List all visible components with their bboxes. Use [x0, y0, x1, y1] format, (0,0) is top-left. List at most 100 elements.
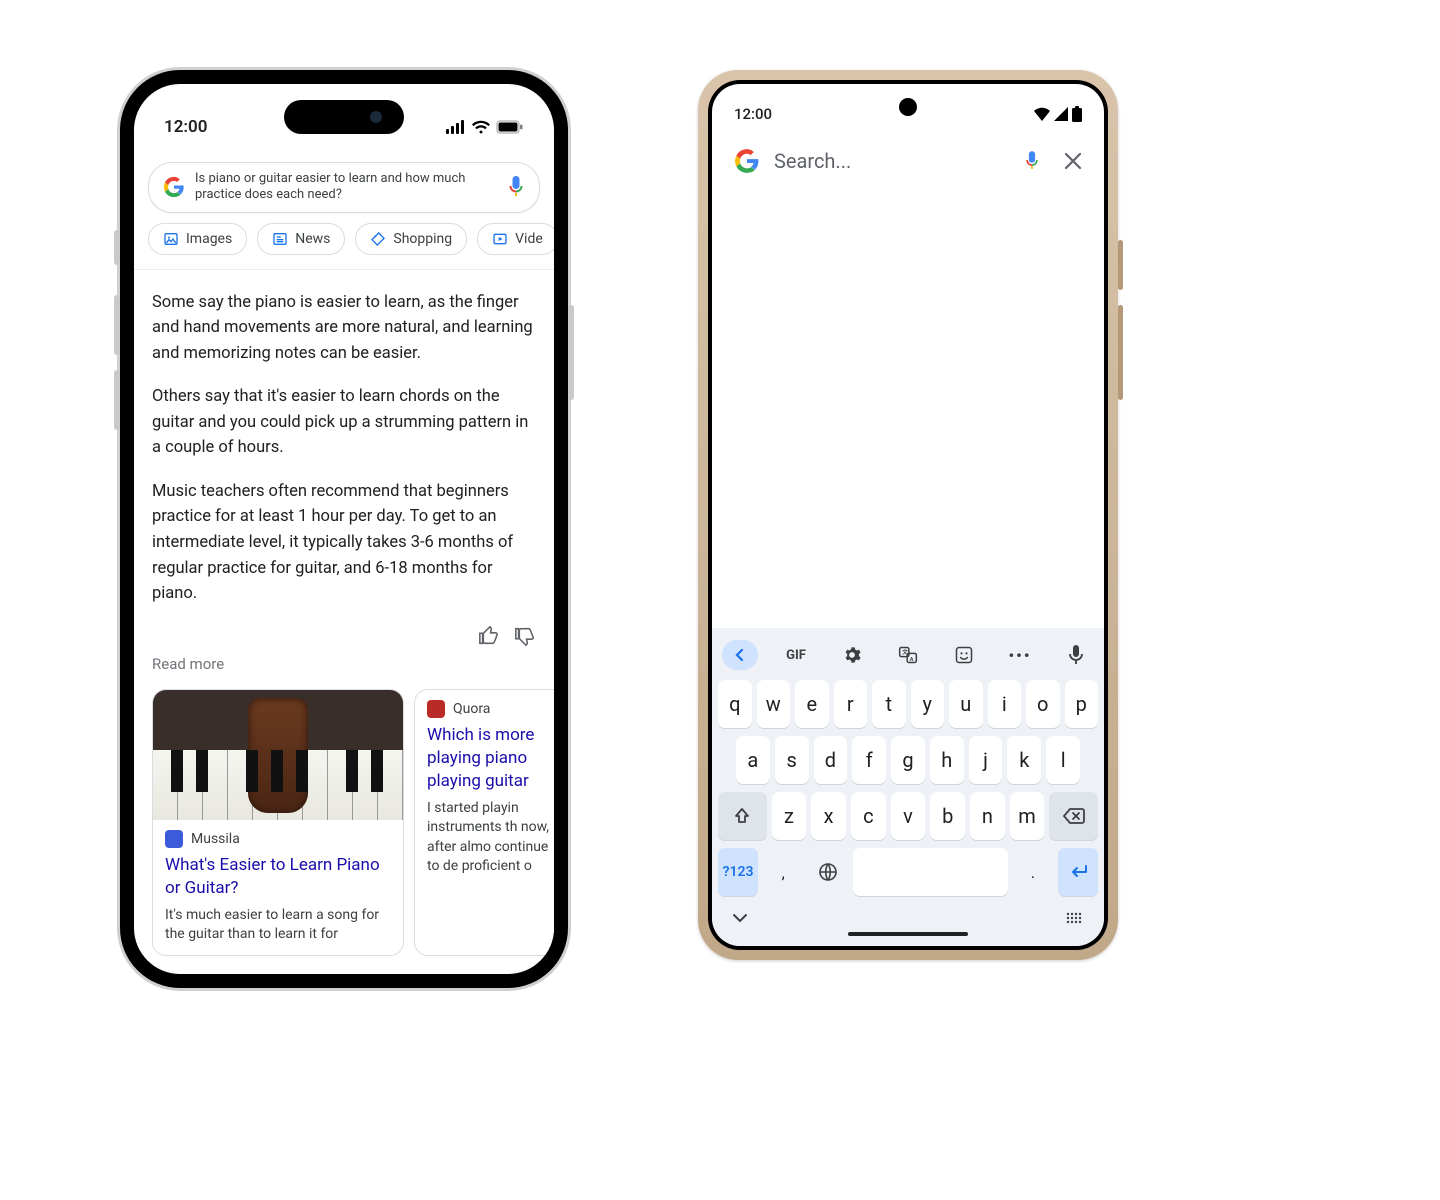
status-time: 12:00: [734, 105, 772, 123]
key-c[interactable]: c: [851, 792, 886, 840]
answer-paragraph: Music teachers often recommend that begi…: [152, 479, 536, 607]
key-i[interactable]: i: [988, 680, 1022, 728]
key-p[interactable]: p: [1065, 680, 1099, 728]
gif-button[interactable]: GIF: [778, 640, 814, 670]
mic-icon[interactable]: [507, 176, 525, 198]
close-icon[interactable]: [1064, 152, 1082, 170]
keyboard-row-4: ?123 , .: [718, 848, 1098, 896]
symbols-key[interactable]: ?123: [718, 848, 758, 896]
key-s[interactable]: s: [775, 736, 809, 784]
news-icon: [272, 231, 288, 247]
wifi-icon: [1034, 107, 1050, 121]
key-h[interactable]: h: [930, 736, 964, 784]
shopping-icon: [370, 231, 386, 247]
key-y[interactable]: y: [911, 680, 945, 728]
chip-label: Shopping: [393, 231, 452, 247]
key-g[interactable]: g: [891, 736, 925, 784]
answer-paragraph: Others say that it's easier to learn cho…: [152, 384, 536, 461]
backspace-key[interactable]: [1049, 792, 1098, 840]
result-card[interactable]: Quora Which is more playing piano playin…: [414, 689, 554, 956]
svg-text:文: 文: [902, 648, 908, 656]
space-key[interactable]: [853, 848, 1008, 896]
search-placeholder: Search...: [774, 149, 1010, 173]
cellular-icon: [1054, 107, 1068, 121]
wifi-icon: [472, 120, 490, 134]
chip-label: News: [295, 231, 330, 247]
emoji-key[interactable]: ,: [763, 848, 803, 896]
read-more-link[interactable]: Read more: [134, 655, 554, 689]
key-j[interactable]: j: [969, 736, 1003, 784]
key-r[interactable]: r: [834, 680, 868, 728]
battery-icon: [1072, 106, 1082, 122]
key-n[interactable]: n: [970, 792, 1005, 840]
keyboard-row-2: a s d f g h j k l: [718, 736, 1098, 784]
mic-key-icon[interactable]: [1058, 640, 1094, 670]
key-m[interactable]: m: [1010, 792, 1045, 840]
google-logo-icon: [163, 176, 185, 198]
key-w[interactable]: w: [757, 680, 791, 728]
answer-paragraph: Some say the piano is easier to learn, a…: [152, 290, 536, 367]
key-v[interactable]: v: [891, 792, 926, 840]
source-favicon: [427, 700, 445, 718]
key-q[interactable]: q: [718, 680, 752, 728]
key-d[interactable]: d: [814, 736, 848, 784]
cellular-icon: [446, 120, 466, 134]
nav-row: [718, 904, 1098, 924]
chip-images[interactable]: Images: [148, 223, 247, 255]
chip-news[interactable]: News: [257, 223, 345, 255]
keyboard-hide-icon[interactable]: [732, 913, 748, 923]
card-image: [153, 690, 403, 820]
keyboard: GIF 文A ••• q w e r t y u i o: [712, 628, 1104, 946]
key-o[interactable]: o: [1026, 680, 1060, 728]
search-bar[interactable]: Search...: [712, 138, 1104, 184]
key-u[interactable]: u: [949, 680, 983, 728]
translate-icon[interactable]: 文A: [890, 640, 926, 670]
enter-key[interactable]: [1058, 848, 1098, 896]
front-camera: [899, 98, 917, 116]
mic-icon[interactable]: [1024, 150, 1040, 172]
thumbs-up-icon[interactable]: [478, 625, 500, 647]
key-k[interactable]: k: [1007, 736, 1041, 784]
chip-label: Images: [186, 231, 232, 247]
shift-key[interactable]: [718, 792, 767, 840]
more-icon[interactable]: •••: [1002, 640, 1038, 670]
chip-label: Vide: [515, 231, 543, 247]
search-bar[interactable]: Is piano or guitar easier to learn and h…: [148, 162, 540, 213]
key-t[interactable]: t: [872, 680, 906, 728]
keyboard-row-1: q w e r t y u i o p: [718, 680, 1098, 728]
key-l[interactable]: l: [1046, 736, 1080, 784]
card-source: Mussila: [191, 831, 240, 847]
gesture-handle[interactable]: [848, 932, 968, 936]
battery-icon: [496, 120, 524, 134]
key-b[interactable]: b: [930, 792, 965, 840]
period-key[interactable]: .: [1013, 848, 1053, 896]
chip-shopping[interactable]: Shopping: [355, 223, 467, 255]
search-query-text: Is piano or guitar easier to learn and h…: [195, 171, 497, 204]
google-logo-icon: [734, 148, 760, 174]
chip-videos[interactable]: Vide: [477, 223, 554, 255]
keyboard-collapse-icon[interactable]: [722, 640, 758, 670]
keyboard-row-3: z x c v b n m: [718, 792, 1098, 840]
search-chips-row: Images News Shopping Vide: [134, 223, 554, 270]
keyboard-grid-icon[interactable]: [1066, 912, 1084, 924]
thumbs-down-icon[interactable]: [514, 625, 536, 647]
key-f[interactable]: f: [852, 736, 886, 784]
images-icon: [163, 231, 179, 247]
result-card[interactable]: Mussila What's Easier to Learn Piano or …: [152, 689, 404, 956]
settings-icon[interactable]: [834, 640, 870, 670]
key-e[interactable]: e: [795, 680, 829, 728]
card-snippet: It's much easier to learn a song for the…: [153, 906, 403, 955]
key-a[interactable]: a: [736, 736, 770, 784]
videos-icon: [492, 231, 508, 247]
sticker-icon[interactable]: [946, 640, 982, 670]
language-key[interactable]: [808, 848, 848, 896]
empty-results-area: [712, 184, 1104, 628]
key-x[interactable]: x: [811, 792, 846, 840]
source-favicon: [165, 830, 183, 848]
card-source: Quora: [453, 701, 490, 717]
feedback-row: [134, 625, 554, 655]
card-title: Which is more playing piano playing guit…: [415, 724, 554, 799]
result-cards: Mussila What's Easier to Learn Piano or …: [134, 689, 554, 956]
dynamic-island: [284, 100, 404, 134]
key-z[interactable]: z: [772, 792, 807, 840]
